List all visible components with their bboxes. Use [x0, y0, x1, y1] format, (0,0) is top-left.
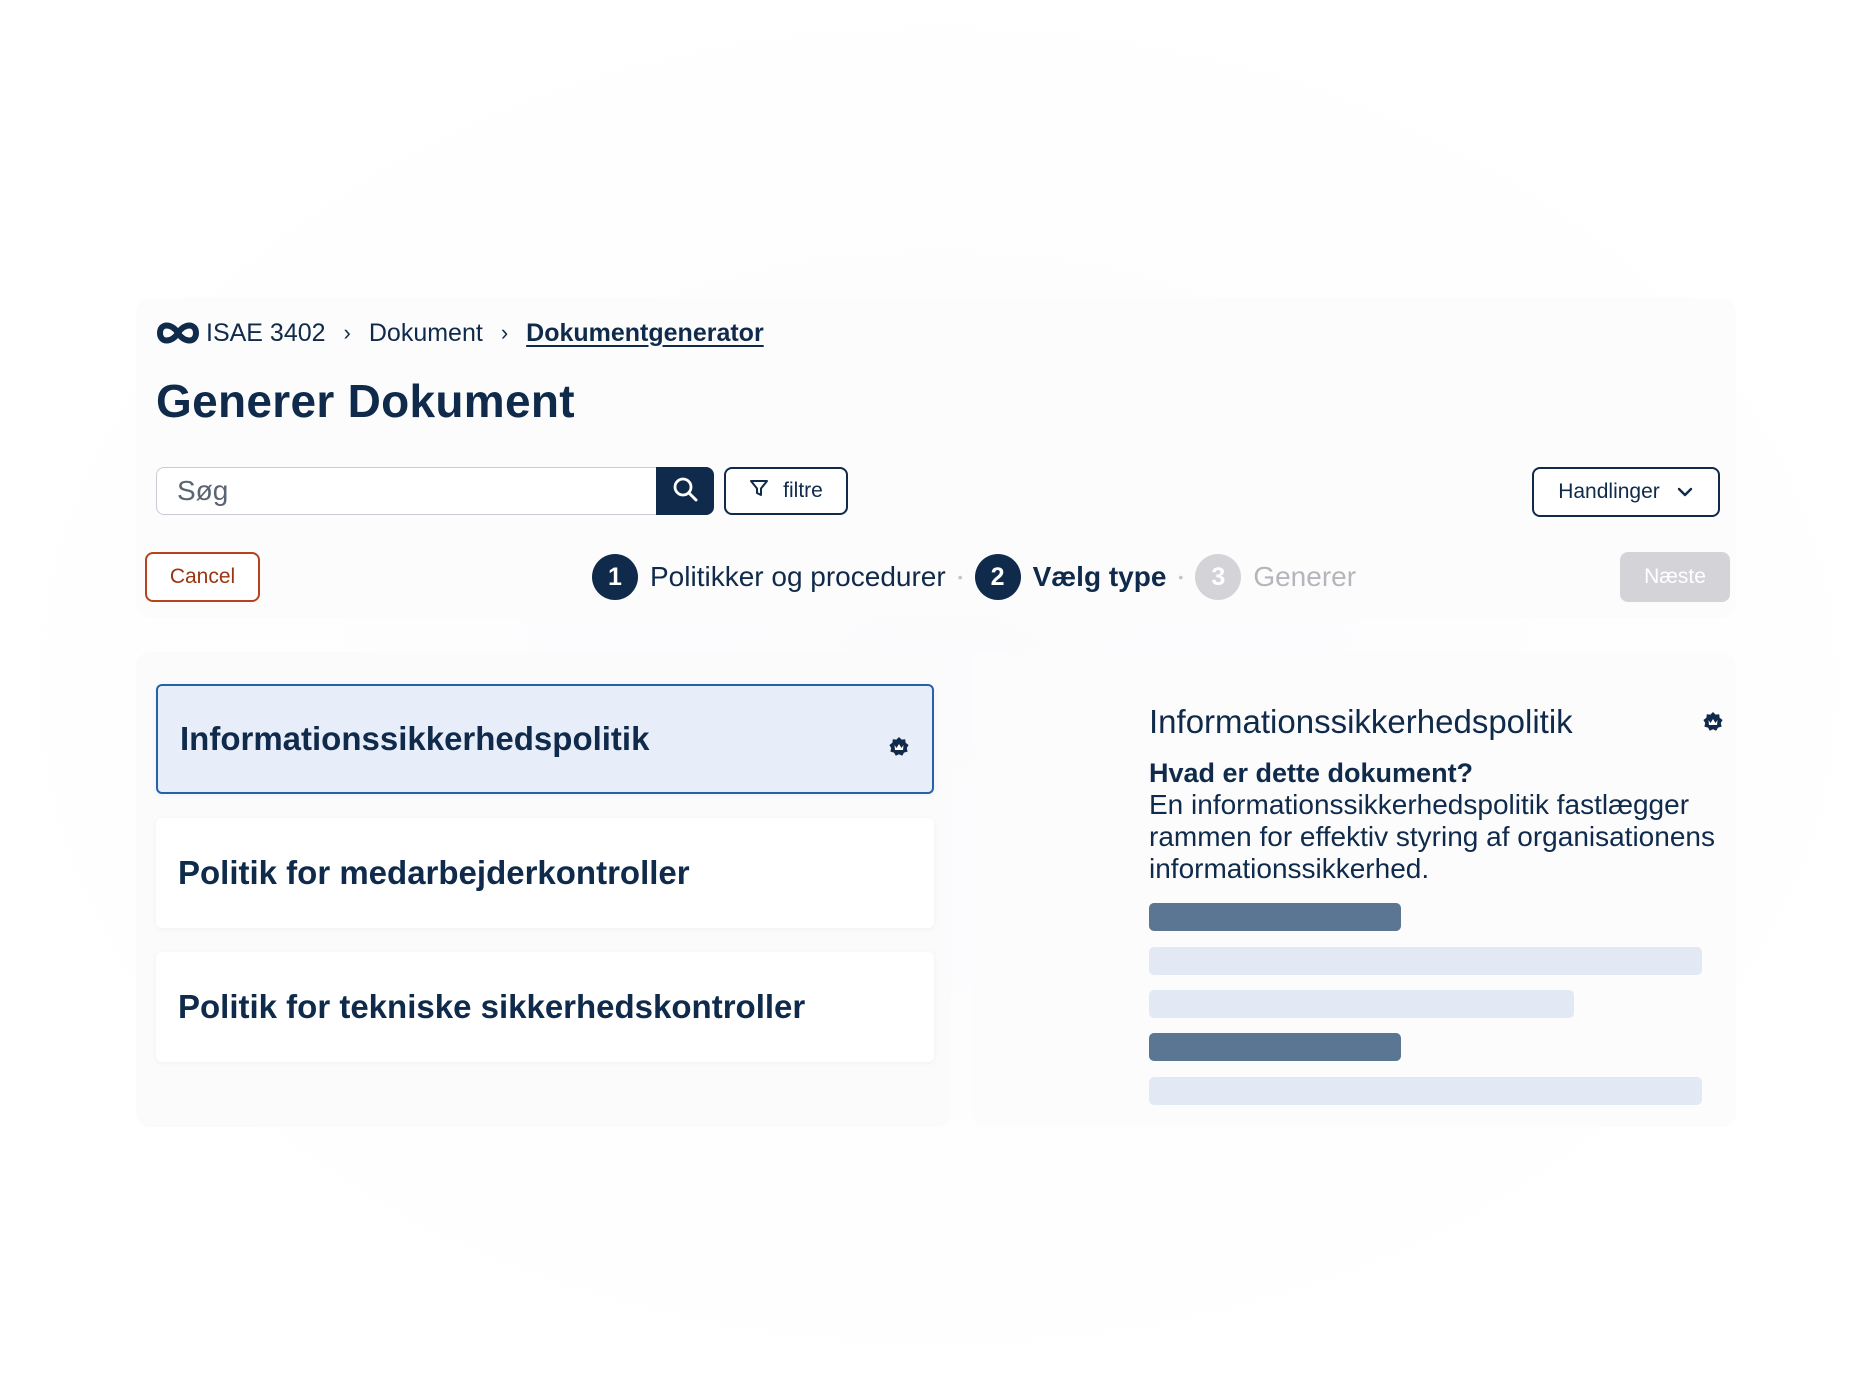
filter-label: filtre	[783, 479, 823, 502]
search-input[interactable]	[157, 474, 656, 508]
cancel-button[interactable]: Cancel	[145, 552, 260, 602]
detail-title: Informationssikkerhedspolitik	[1149, 703, 1573, 740]
document-item-technical-controls[interactable]: Politik for tekniske sikkerhedskontrolle…	[156, 952, 934, 1062]
header-panel: ISAE 3402 › Dokument › Dokumentgenerator…	[136, 298, 1736, 618]
document-detail: Informationssikkerhedspolitik Hvad er de…	[972, 652, 1736, 1127]
step-number: 1	[592, 554, 638, 600]
search-icon	[672, 476, 698, 507]
search-button[interactable]	[656, 467, 714, 515]
document-item-label: Informationssikkerhedspolitik	[180, 720, 650, 757]
breadcrumb-root[interactable]: ISAE 3402	[206, 319, 326, 348]
step-policies[interactable]: 1 Politikker og procedurer	[592, 554, 946, 600]
skeleton-line	[1149, 947, 1702, 975]
document-item-infosec[interactable]: Informationssikkerhedspolitik	[156, 684, 934, 794]
actions-label: Handlinger	[1558, 480, 1660, 503]
wizard-stepper: 1 Politikker og procedurer • 2 Vælg type…	[592, 554, 1356, 600]
verified-badge-icon	[888, 728, 910, 756]
detail-description: En informationssikkerhedspolitik fastlæg…	[1149, 789, 1715, 884]
breadcrumb-current[interactable]: Dokumentgenerator	[526, 319, 764, 348]
document-item-label: Politik for tekniske sikkerhedskontrolle…	[178, 988, 806, 1025]
chevron-down-icon	[1676, 480, 1694, 504]
step-separator: •	[1178, 569, 1184, 585]
step-choose-type[interactable]: 2 Vælg type	[974, 554, 1167, 600]
skeleton-heading	[1149, 1033, 1401, 1061]
verified-badge-icon	[1702, 711, 1724, 733]
step-label: Vælg type	[1032, 561, 1167, 592]
search-field	[156, 467, 656, 515]
filter-button[interactable]: filtre	[724, 467, 848, 515]
breadcrumb-level2[interactable]: Dokument	[369, 319, 483, 348]
next-button[interactable]: Næste	[1620, 552, 1730, 602]
step-number: 3	[1195, 554, 1242, 600]
step-generate: 3 Generer	[1195, 554, 1356, 600]
step-label: Generer	[1253, 561, 1357, 592]
step-number: 2	[974, 554, 1021, 600]
chevron-right-icon: ›	[500, 320, 509, 345]
actions-dropdown[interactable]: Handlinger	[1532, 467, 1720, 517]
breadcrumb: ISAE 3402 › Dokument › Dokumentgenerator	[156, 316, 764, 350]
page-title: Generer Dokument	[156, 375, 575, 427]
document-list: Informationssikkerhedspolitik Politik fo…	[136, 652, 951, 1127]
step-label: Politikker og procedurer	[650, 561, 946, 592]
detail-subheading: Hvad er dette dokument?	[1149, 758, 1474, 788]
skeleton-heading	[1149, 903, 1401, 931]
skeleton-line	[1149, 990, 1574, 1018]
page: ISAE 3402 › Dokument › Dokumentgenerator…	[0, 0, 1876, 1373]
step-separator: •	[957, 569, 963, 585]
document-item-employee-controls[interactable]: Politik for medarbejderkontroller	[156, 818, 934, 928]
filter-icon	[749, 478, 769, 504]
logo-icon	[156, 318, 200, 348]
skeleton-line	[1149, 1077, 1702, 1105]
document-item-label: Politik for medarbejderkontroller	[178, 854, 690, 891]
app-container: ISAE 3402 › Dokument › Dokumentgenerator…	[136, 298, 1736, 1128]
chevron-right-icon: ›	[343, 320, 351, 345]
